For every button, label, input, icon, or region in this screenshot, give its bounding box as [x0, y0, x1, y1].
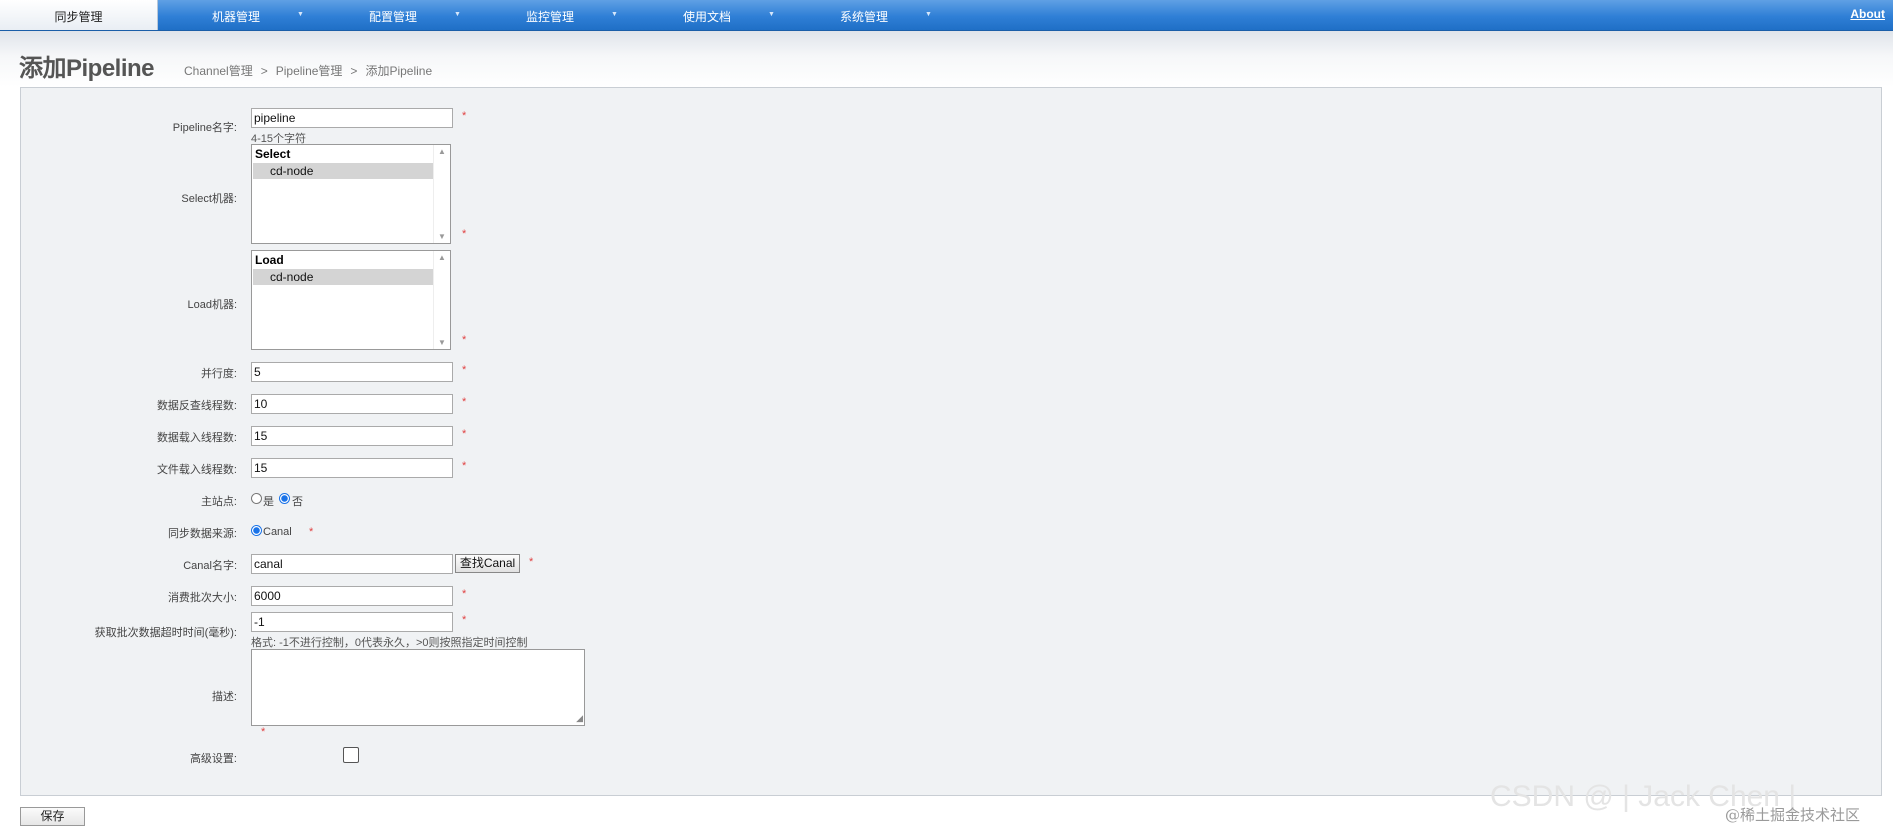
nav-tab-system-management[interactable]: 系统管理	[824, 0, 904, 30]
required-mark: *	[462, 396, 467, 408]
page-title: 添加Pipeline	[19, 55, 155, 82]
save-button[interactable]: 保存	[20, 807, 85, 826]
extract-threads-input[interactable]	[251, 394, 453, 414]
required-mark: *	[309, 526, 314, 538]
nav-tab-sync-management[interactable]: 同步管理	[0, 0, 158, 30]
load-machine-option[interactable]: cd-node	[253, 269, 433, 285]
breadcrumb-item-pipeline[interactable]: Pipeline管理	[276, 64, 343, 78]
required-mark: *	[261, 726, 266, 738]
required-mark: *	[462, 110, 467, 122]
resize-grip-icon[interactable]: ◢	[576, 713, 583, 724]
load-threads-label: 数据载入线程数:	[156, 432, 237, 444]
description-label: 描述:	[211, 691, 237, 703]
breadcrumb-item-current: 添加Pipeline	[365, 64, 433, 78]
batch-size-input[interactable]	[251, 586, 453, 606]
chevron-down-icon[interactable]: ▼	[925, 0, 932, 30]
required-mark: *	[462, 460, 467, 472]
pipeline-name-input[interactable]	[251, 108, 453, 128]
batch-timeout-hint: 格式: -1不进行控制，0代表永久，>0则按照指定时间控制	[251, 637, 528, 649]
required-mark: *	[462, 614, 467, 626]
select-machine-label: Select机器:	[181, 193, 237, 205]
file-load-threads-label: 文件载入线程数:	[156, 464, 237, 476]
load-threads-input[interactable]	[251, 426, 453, 446]
listbox-scrollbar[interactable]: ▲ ▼	[433, 145, 450, 243]
top-nav-bar: 同步管理 机器管理 ▼ 配置管理 ▼ 监控管理 ▼ 使用文档 ▼ 系统管理 ▼ …	[0, 0, 1893, 31]
main-site-no-radio[interactable]	[279, 493, 290, 504]
nav-tab-config-management[interactable]: 配置管理	[353, 0, 433, 30]
main-site-yes-radio[interactable]	[251, 493, 262, 504]
select-machine-option[interactable]: cd-node	[253, 163, 433, 179]
about-link[interactable]: About	[1850, 0, 1885, 30]
select-machine-listbox[interactable]: Select cd-node ▲ ▼	[251, 144, 451, 244]
breadcrumb-separator: >	[260, 64, 268, 78]
watermark: @稀土掘金技术社区	[1725, 806, 1861, 824]
description-textarea[interactable]: ◢	[251, 649, 585, 726]
scroll-up-icon[interactable]: ▲	[438, 147, 446, 156]
batch-timeout-label: 获取批次数据超时时间(毫秒):	[94, 627, 237, 639]
listbox-scrollbar[interactable]: ▲ ▼	[433, 251, 450, 349]
load-machine-listbox[interactable]: Load cd-node ▲ ▼	[251, 250, 451, 350]
find-canal-button[interactable]: 查找Canal	[455, 554, 520, 573]
required-mark: *	[462, 334, 467, 346]
chevron-down-icon[interactable]: ▼	[768, 0, 775, 30]
required-mark: *	[462, 588, 467, 600]
file-load-threads-input[interactable]	[251, 458, 453, 478]
parallelism-label: 并行度:	[200, 368, 237, 380]
main-site-no-label[interactable]: 否	[292, 493, 303, 509]
nav-tab-machine-management[interactable]: 机器管理	[196, 0, 276, 30]
breadcrumb-separator: >	[350, 64, 358, 78]
required-mark: *	[462, 228, 467, 240]
nav-tab-monitor-management[interactable]: 监控管理	[510, 0, 590, 30]
breadcrumb: Channel管理 > Pipeline管理 > 添加Pipeline	[184, 62, 432, 79]
scroll-down-icon[interactable]: ▼	[438, 232, 446, 241]
source-canal-radio[interactable]	[251, 525, 262, 536]
source-canal-label[interactable]: Canal	[263, 526, 292, 538]
chevron-down-icon[interactable]: ▼	[454, 0, 461, 30]
canal-name-label: Canal名字:	[183, 560, 237, 572]
chevron-down-icon[interactable]: ▼	[611, 0, 618, 30]
batch-size-label: 消费批次大小:	[167, 592, 237, 604]
required-mark: *	[529, 556, 534, 568]
required-mark: *	[462, 428, 467, 440]
canal-name-input[interactable]	[251, 554, 453, 574]
pipeline-name-label: Pipeline名字:	[172, 122, 237, 134]
load-group-header: Load	[255, 253, 284, 267]
nav-tab-documentation[interactable]: 使用文档	[667, 0, 747, 30]
load-machine-label: Load机器:	[187, 299, 237, 311]
chevron-down-icon[interactable]: ▼	[297, 0, 304, 30]
main-site-label: 主站点:	[200, 496, 237, 508]
data-source-label: 同步数据来源:	[167, 528, 237, 540]
select-group-header: Select	[255, 147, 291, 161]
advanced-settings-checkbox[interactable]	[343, 747, 359, 763]
breadcrumb-item-channel[interactable]: Channel管理	[184, 64, 253, 78]
main-site-yes-label[interactable]: 是	[263, 493, 274, 509]
scroll-down-icon[interactable]: ▼	[438, 338, 446, 347]
required-mark: *	[462, 364, 467, 376]
advanced-settings-label: 高级设置:	[189, 753, 237, 765]
scroll-up-icon[interactable]: ▲	[438, 253, 446, 262]
parallelism-input[interactable]	[251, 362, 453, 382]
batch-timeout-input[interactable]	[251, 612, 453, 632]
extract-threads-label: 数据反查线程数:	[156, 400, 237, 412]
